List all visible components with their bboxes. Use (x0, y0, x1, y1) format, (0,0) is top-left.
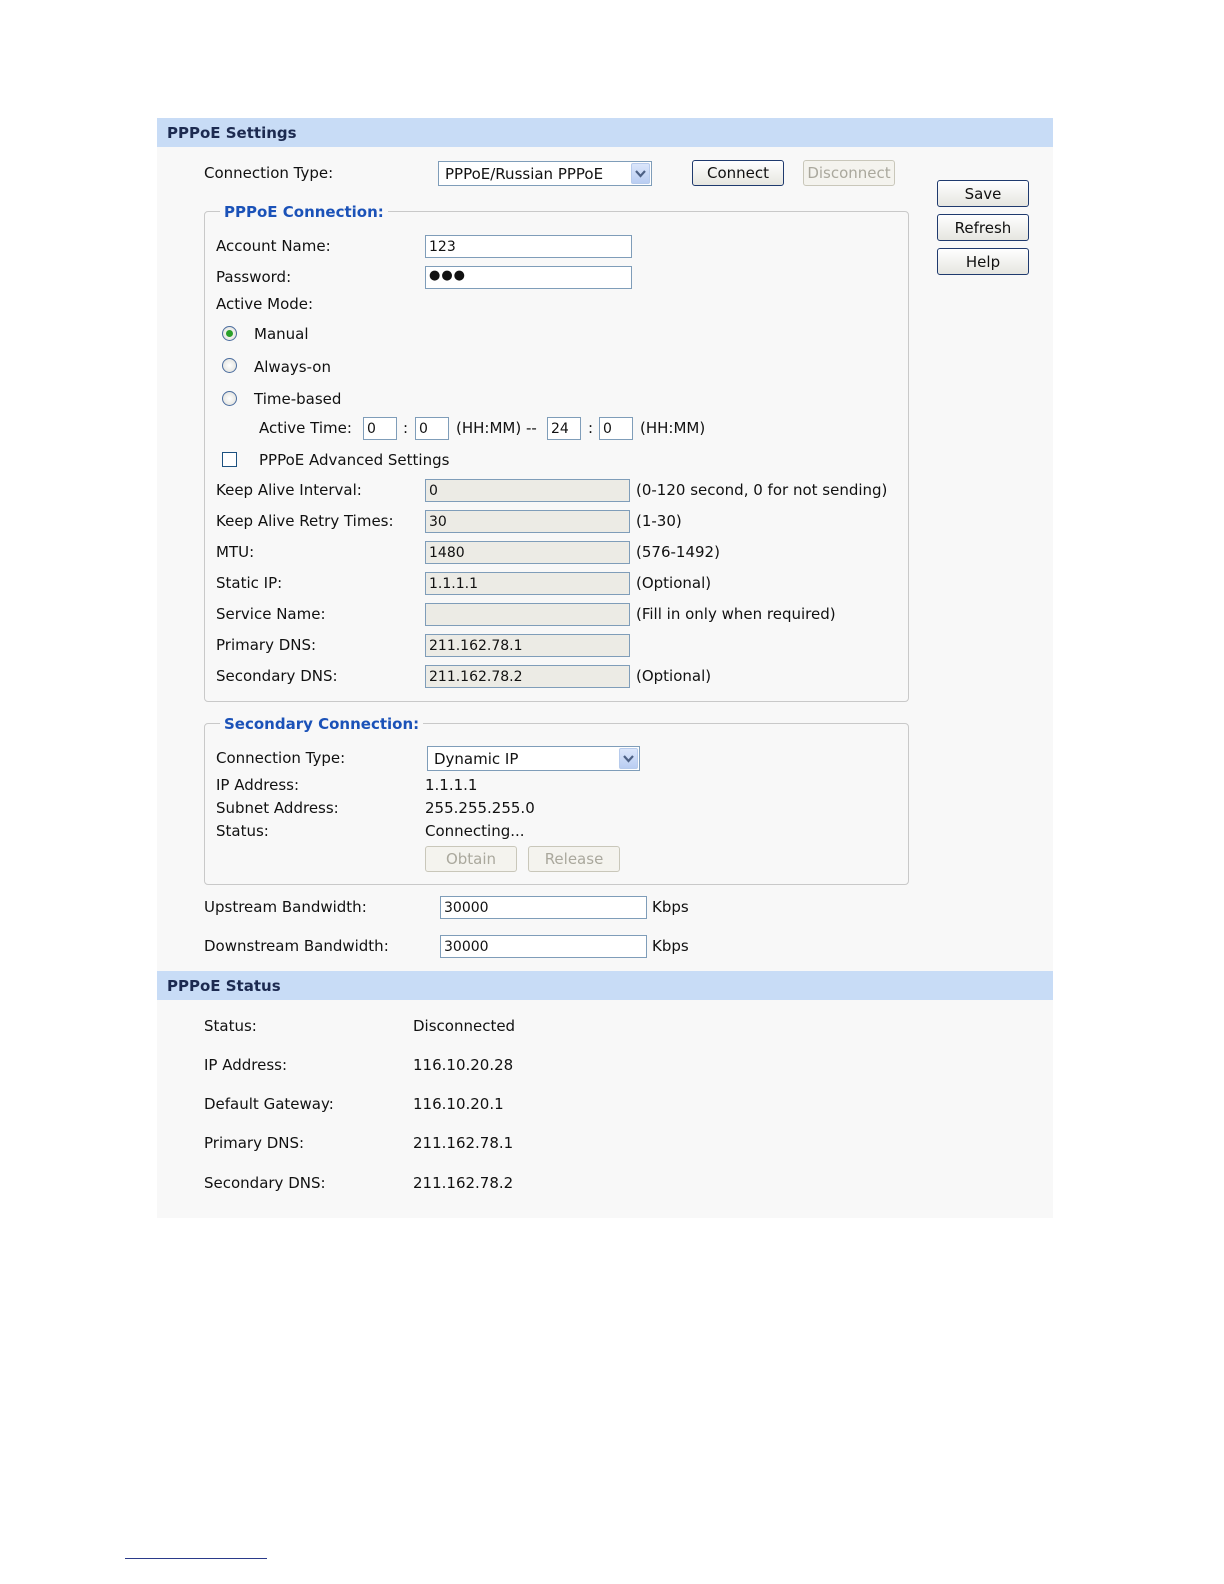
start-minute-input[interactable] (415, 417, 449, 440)
account-name-label: Account Name: (216, 237, 331, 255)
account-name-input[interactable] (425, 235, 632, 258)
secondary-subnet-value: 255.255.255.0 (425, 799, 535, 817)
mtu-input[interactable] (425, 541, 630, 564)
secondary-dns-input[interactable] (425, 665, 630, 688)
keep-alive-retry-hint: (1-30) (636, 512, 682, 530)
status-ip-label: IP Address: (204, 1056, 288, 1074)
status-ip-value: 116.10.20.28 (413, 1056, 514, 1074)
keep-alive-interval-hint: (0-120 second, 0 for not sending) (636, 481, 888, 499)
advanced-settings-label: PPPoE Advanced Settings (259, 451, 450, 469)
downstream-bandwidth-input[interactable] (440, 935, 647, 958)
settings-header-title: PPPoE Settings (167, 124, 297, 142)
upstream-bandwidth-label: Upstream Bandwidth: (204, 898, 367, 916)
service-name-input[interactable] (425, 603, 630, 626)
always-on-label: Always-on (254, 358, 331, 376)
static-ip-label: Static IP: (216, 574, 283, 592)
primary-dns-label: Primary DNS: (216, 636, 317, 654)
hhmm-separator: (HH:MM) -- (456, 419, 537, 437)
password-input[interactable]: ●●● (425, 266, 632, 289)
status-gateway-label: Default Gateway: (204, 1095, 334, 1113)
secondary-dns-hint: (Optional) (636, 667, 712, 685)
settings-header: PPPoE Settings (157, 118, 1053, 147)
upstream-unit: Kbps (652, 898, 689, 916)
secondary-ip-label: IP Address: (216, 776, 300, 794)
connect-button[interactable]: Connect (692, 160, 784, 186)
help-button[interactable]: Help (937, 248, 1029, 275)
end-hour-input[interactable] (547, 417, 581, 440)
status-secondary-dns-value: 211.162.78.2 (413, 1174, 514, 1192)
service-name-label: Service Name: (216, 605, 326, 623)
secondary-subnet-label: Subnet Address: (216, 799, 339, 817)
chevron-down-icon[interactable] (631, 163, 650, 184)
service-name-hint: (Fill in only when required) (636, 605, 836, 623)
hhmm-end-label: (HH:MM) (640, 419, 706, 437)
end-minute-input[interactable] (599, 417, 633, 440)
status-gateway-value: 116.10.20.1 (413, 1095, 504, 1113)
time-colon: : (588, 419, 594, 437)
upstream-bandwidth-input[interactable] (440, 896, 647, 919)
secondary-connection-type-select[interactable]: Dynamic IP (427, 746, 640, 771)
time-based-label: Time-based (254, 390, 342, 408)
status-value: Disconnected (413, 1017, 516, 1035)
downstream-bandwidth-label: Downstream Bandwidth: (204, 937, 389, 955)
status-header-title: PPPoE Status (167, 977, 281, 995)
primary-dns-input[interactable] (425, 634, 630, 657)
active-time-label: Active Time: (259, 419, 352, 437)
keep-alive-retry-input[interactable] (425, 510, 630, 533)
start-hour-input[interactable] (363, 417, 397, 440)
disconnect-button[interactable]: Disconnect (803, 160, 895, 186)
secondary-connection-type-value: Dynamic IP (434, 750, 519, 768)
secondary-status-value: Connecting... (425, 822, 525, 840)
secondary-ip-value: 1.1.1.1 (425, 776, 478, 794)
connection-type-value: PPPoE/Russian PPPoE (445, 165, 604, 183)
refresh-button[interactable]: Refresh (937, 214, 1029, 241)
save-button[interactable]: Save (937, 180, 1029, 207)
release-button[interactable]: Release (528, 846, 620, 872)
mtu-label: MTU: (216, 543, 255, 561)
connection-type-label: Connection Type: (204, 164, 334, 182)
footnote-divider (125, 1558, 267, 1559)
mtu-hint: (576-1492) (636, 543, 720, 561)
secondary-dns-label: Secondary DNS: (216, 667, 338, 685)
password-label: Password: (216, 268, 292, 286)
static-ip-input[interactable] (425, 572, 630, 595)
chevron-down-icon[interactable] (619, 748, 638, 769)
time-based-radio[interactable] (222, 391, 237, 406)
advanced-settings-checkbox[interactable] (222, 452, 237, 467)
pppoe-connection-legend: PPPoE Connection: (220, 203, 388, 221)
status-label: Status: (204, 1017, 257, 1035)
status-primary-dns-label: Primary DNS: (204, 1134, 305, 1152)
keep-alive-interval-input[interactable] (425, 479, 630, 502)
secondary-status-label: Status: (216, 822, 269, 840)
manual-label: Manual (254, 325, 309, 343)
active-mode-label: Active Mode: (216, 295, 314, 313)
time-colon: : (403, 419, 409, 437)
obtain-button[interactable]: Obtain (425, 846, 517, 872)
secondary-connection-type-label: Connection Type: (216, 749, 346, 767)
static-ip-hint: (Optional) (636, 574, 712, 592)
secondary-connection-legend: Secondary Connection: (220, 715, 424, 733)
downstream-unit: Kbps (652, 937, 689, 955)
status-header: PPPoE Status (157, 971, 1053, 1000)
status-secondary-dns-label: Secondary DNS: (204, 1174, 326, 1192)
keep-alive-retry-label: Keep Alive Retry Times: (216, 512, 394, 530)
manual-radio[interactable] (222, 326, 237, 341)
status-primary-dns-value: 211.162.78.1 (413, 1134, 514, 1152)
keep-alive-interval-label: Keep Alive Interval: (216, 481, 362, 499)
always-on-radio[interactable] (222, 358, 237, 373)
connection-type-select[interactable]: PPPoE/Russian PPPoE (438, 161, 652, 186)
